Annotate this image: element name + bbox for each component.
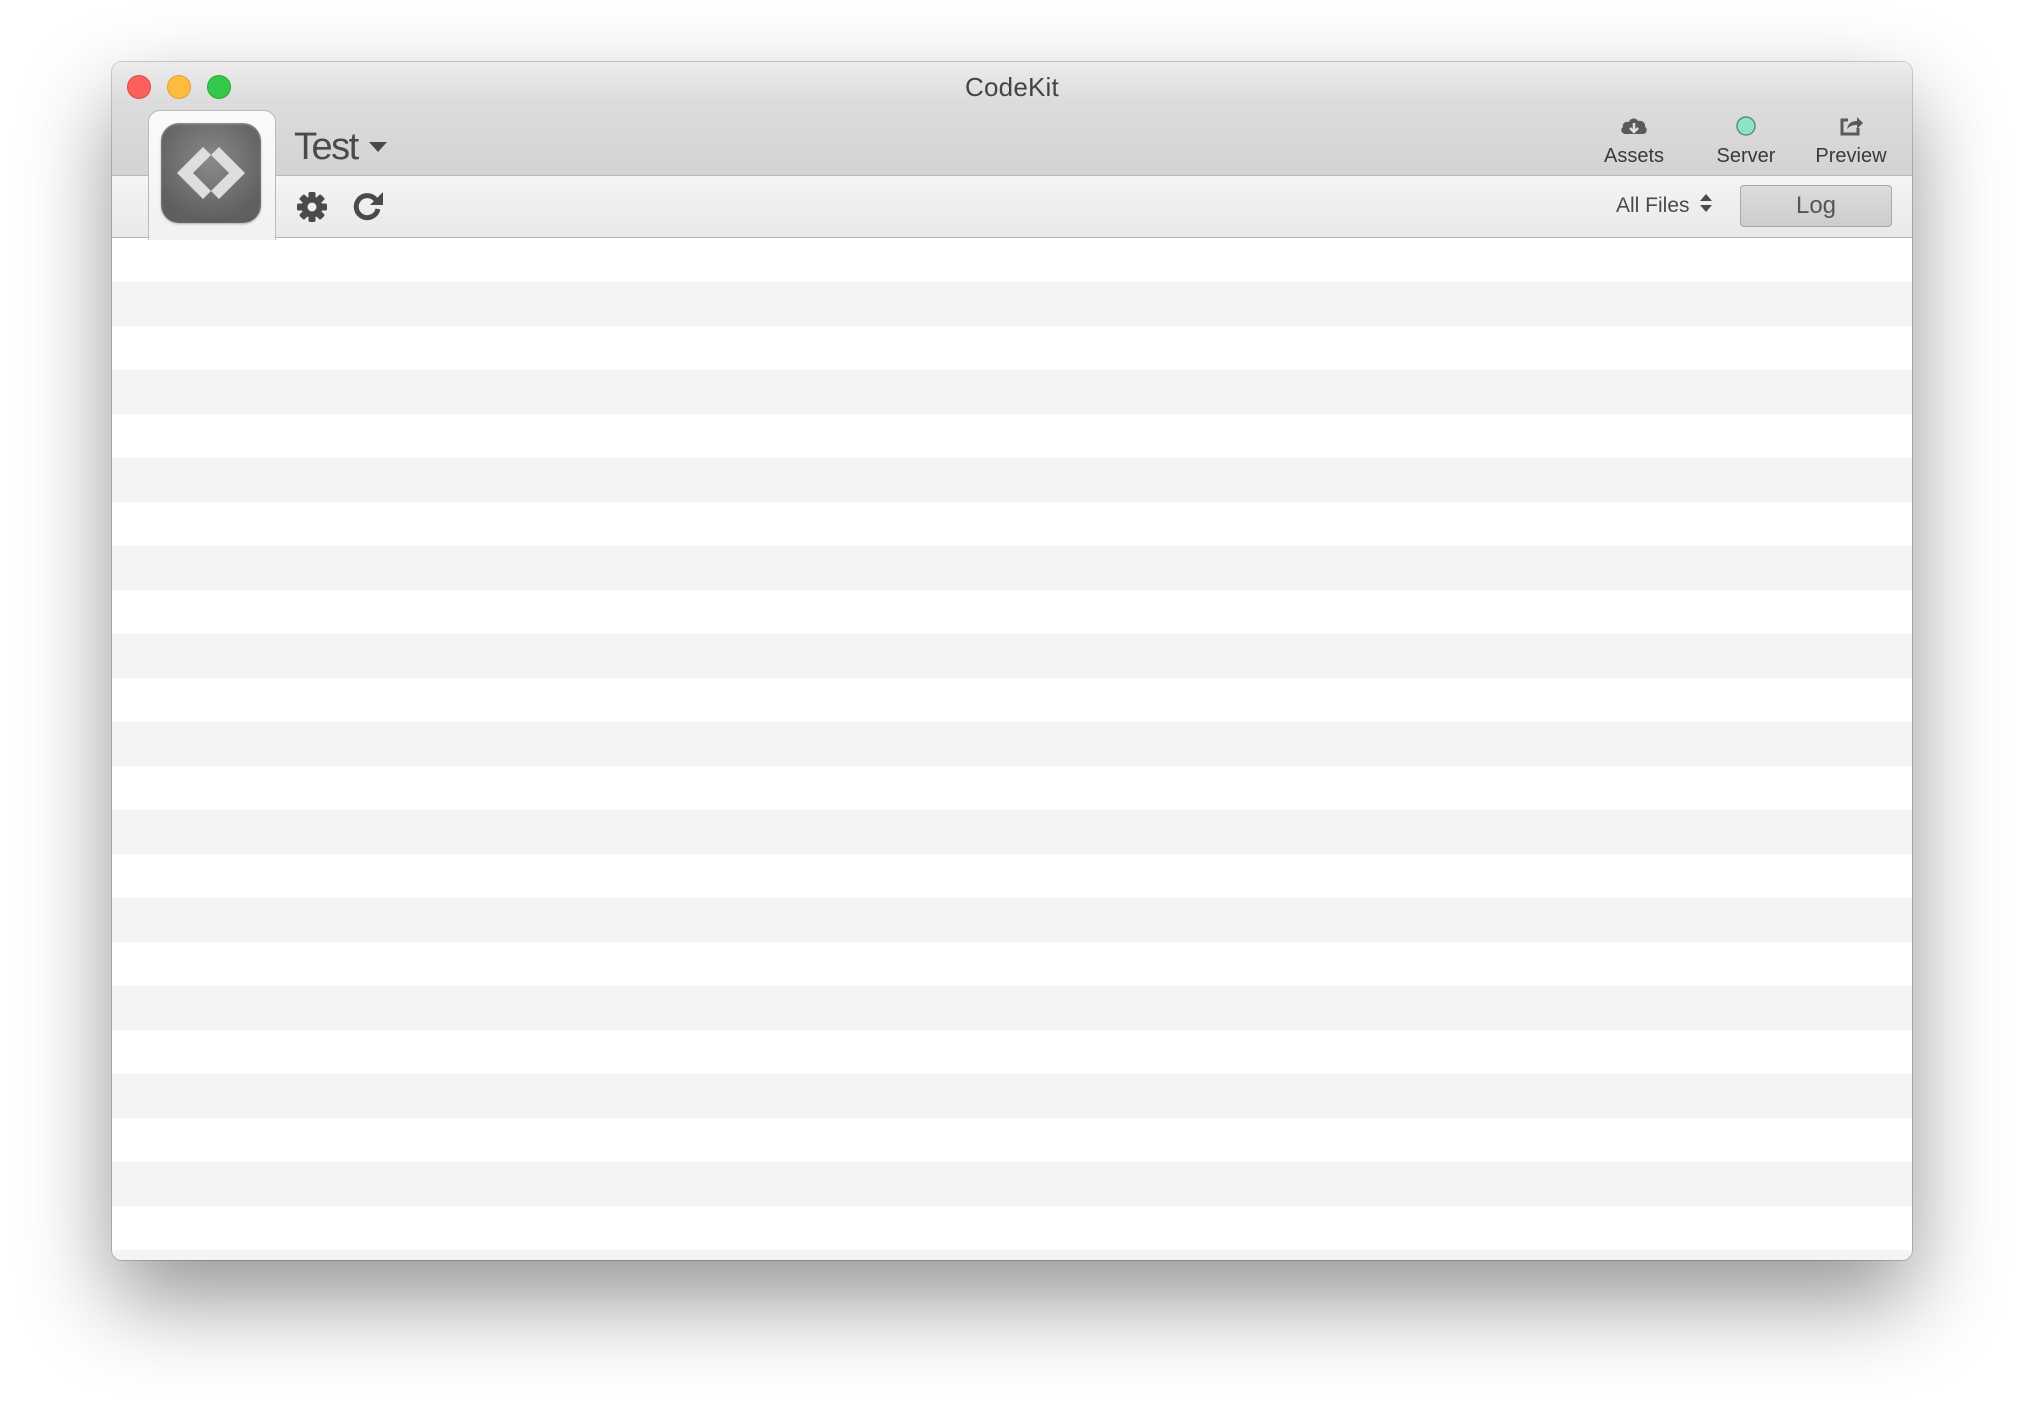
secondary-toolbar: All Files Log xyxy=(112,176,1912,238)
file-filter-select[interactable]: All Files xyxy=(1616,192,1713,218)
file-list[interactable] xyxy=(112,238,1912,1260)
cloud-download-icon xyxy=(1621,118,1647,134)
assets-button[interactable]: Assets xyxy=(1590,114,1678,168)
server-label: Server xyxy=(1716,145,1776,167)
assets-label: Assets xyxy=(1603,145,1665,167)
server-button[interactable]: Server xyxy=(1706,114,1786,168)
gear-icon[interactable] xyxy=(295,190,329,229)
app-window: CodeKit Test Assets Server Preview All F… xyxy=(112,62,1912,1260)
codekit-logo-icon xyxy=(161,123,261,223)
preview-button[interactable]: Preview xyxy=(1808,114,1894,168)
share-icon xyxy=(1840,117,1863,136)
file-filter-value: All Files xyxy=(1616,194,1690,217)
window-title: CodeKit xyxy=(965,72,1059,102)
project-logo-tab[interactable] xyxy=(148,110,276,240)
titlebar: CodeKit Test Assets Server Preview xyxy=(112,62,1912,176)
caret-down-icon[interactable] xyxy=(368,140,388,158)
refresh-icon[interactable] xyxy=(350,190,386,229)
log-button[interactable]: Log xyxy=(1740,185,1892,227)
preview-label: Preview xyxy=(1815,145,1887,167)
status-dot-icon xyxy=(1736,116,1756,136)
up-down-arrows-icon xyxy=(1700,194,1713,212)
project-name[interactable]: Test xyxy=(294,126,359,169)
